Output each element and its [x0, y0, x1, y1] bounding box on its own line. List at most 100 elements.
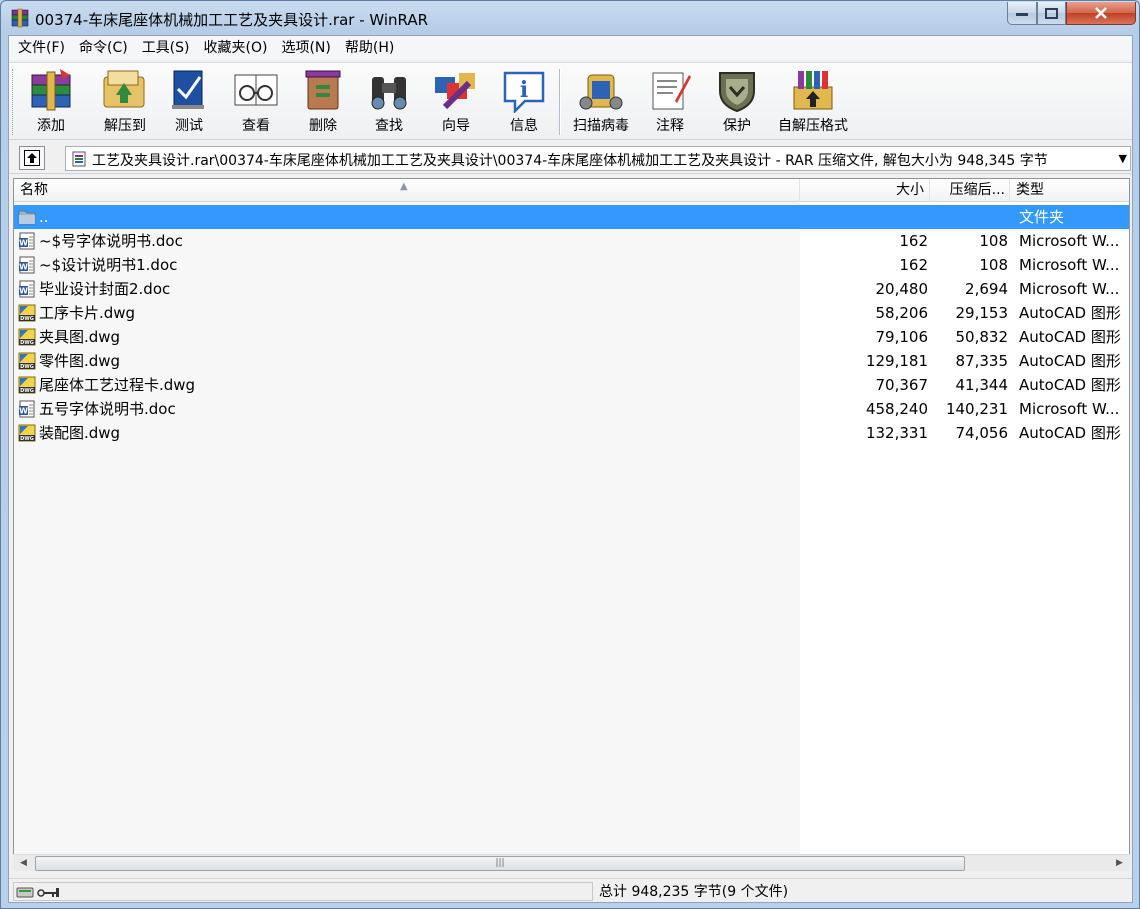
minimize-button[interactable]	[1007, 2, 1037, 25]
extract-to-icon	[103, 70, 145, 108]
sfx-label: 自解压格式	[778, 118, 848, 134]
scroll-left-icon[interactable]: ◀	[15, 855, 32, 872]
file-row[interactable]: DWG 夹具图.dwg 79,106 50,832 AutoCAD 图形	[14, 325, 1129, 349]
address-dropdown-icon[interactable]: ▼	[1119, 152, 1127, 165]
column-name-label: 名称	[20, 182, 48, 198]
winrar-window: 00374-车床尾座体机械加工工艺及夹具设计.rar - WinRAR 文件(F…	[0, 0, 1140, 909]
file-name: 零件图.dwg	[39, 352, 121, 370]
scroll-right-icon[interactable]: ▶	[1111, 855, 1128, 872]
minimize-icon	[1016, 13, 1028, 16]
column-header-type[interactable]: 类型	[1010, 179, 1129, 202]
close-icon	[1095, 7, 1107, 19]
sfx-button[interactable]: 自解压格式	[772, 67, 854, 137]
svg-text:W: W	[19, 407, 28, 416]
horizontal-scrollbar[interactable]: ◀ ||| ▶	[13, 854, 1130, 871]
column-header-name[interactable]: 名称 ▲	[14, 179, 800, 202]
svg-text:i: i	[520, 77, 528, 103]
file-row[interactable]: DWG 零件图.dwg 129,181 87,335 AutoCAD 图形	[14, 349, 1129, 373]
dwg-file-icon: DWG	[18, 328, 36, 346]
file-name: ~$号字体说明书.doc	[39, 232, 183, 250]
add-archive-icon	[31, 69, 71, 111]
protect-label: 保护	[723, 118, 751, 134]
delete-button[interactable]: 删除	[295, 67, 351, 137]
binoculars-icon	[371, 77, 407, 110]
file-size: 58,206	[875, 304, 929, 322]
test-button[interactable]: 测试	[161, 67, 217, 137]
virus-scan-icon	[579, 74, 623, 110]
dwg-file-icon: DWG	[18, 424, 36, 442]
word-doc-icon: W	[19, 256, 35, 274]
info-button[interactable]: i 信息	[496, 67, 552, 137]
file-row[interactable]: W ~$号字体说明书.doc 162 108 Microsoft W...	[14, 229, 1129, 253]
file-name: ..	[39, 208, 49, 226]
file-row[interactable]: W 五号字体说明书.doc 458,240 140,231 Microsoft W...	[14, 397, 1129, 421]
file-name: 夹具图.dwg	[39, 328, 121, 346]
menu-commands[interactable]: 命令(C)	[72, 37, 135, 59]
column-header-size[interactable]: 大小	[800, 179, 930, 202]
maximize-icon	[1045, 7, 1058, 19]
sort-ascending-icon: ▲	[400, 181, 408, 192]
file-packed	[932, 205, 1008, 229]
svg-text:W: W	[19, 287, 28, 296]
file-size: 132,331	[865, 424, 928, 442]
close-button[interactable]	[1066, 2, 1136, 25]
toolbar-separator	[559, 69, 561, 135]
file-name: 尾座体工艺过程卡.dwg	[39, 376, 196, 394]
menu-favorites[interactable]: 收藏夹(O)	[197, 37, 275, 59]
view-label: 查看	[242, 118, 270, 134]
extract-label: 解压到	[104, 118, 146, 134]
archive-file-icon	[72, 151, 86, 167]
file-row[interactable]: DWG 工序卡片.dwg 58,206 29,153 AutoCAD 图形	[14, 301, 1129, 325]
extract-button[interactable]: 解压到	[93, 67, 157, 137]
menu-file[interactable]: 文件(F)	[11, 37, 72, 59]
dwg-file-icon: DWG	[18, 376, 36, 394]
file-size: 162	[899, 232, 928, 250]
column-size-label: 大小	[896, 182, 924, 198]
file-row[interactable]: W 毕业设计封面2.doc 20,480 2,694 Microsoft W...	[14, 277, 1129, 301]
view-button[interactable]: 查看	[228, 67, 284, 137]
file-packed: 108	[979, 232, 1008, 250]
column-header-packed[interactable]: 压缩后...	[930, 179, 1010, 202]
file-type: AutoCAD 图形	[1019, 424, 1121, 442]
wizard-icon	[435, 73, 475, 110]
svg-text:DWG: DWG	[20, 364, 34, 370]
protect-button[interactable]: 保护	[709, 67, 765, 137]
view-icon	[234, 74, 278, 106]
test-icon	[172, 70, 204, 109]
find-button[interactable]: 查找	[361, 67, 417, 137]
status-bar: 总计 948,235 字节(9 个文件)	[9, 878, 1132, 902]
maximize-button[interactable]	[1037, 2, 1066, 25]
menu-help[interactable]: 帮助(H)	[338, 37, 401, 59]
wizard-button[interactable]: 向导	[427, 67, 485, 137]
scroll-thumb[interactable]: |||	[35, 856, 965, 871]
drive-key-icon[interactable]	[16, 885, 60, 899]
window-title: 00374-车床尾座体机械加工工艺及夹具设计.rar - WinRAR	[35, 11, 429, 29]
winrar-app-icon[interactable]	[11, 8, 29, 28]
file-row[interactable]: DWG 装配图.dwg 132,331 74,056 AutoCAD 图形	[14, 421, 1129, 445]
file-type: AutoCAD 图形	[1019, 376, 1121, 394]
file-size: 70,367	[875, 376, 929, 394]
toolbar-grip[interactable]	[12, 69, 15, 135]
file-row[interactable]: .. 文件夹	[14, 205, 1129, 229]
toolbar: 添加 解压到 测试 查看 删除 查找 向导 i 信息 扫描病毒 注释 保护 自解压格式	[9, 62, 1132, 140]
file-type: AutoCAD 图形	[1019, 304, 1121, 322]
dwg-file-icon: DWG	[18, 304, 36, 322]
menu-tools[interactable]: 工具(S)	[135, 37, 197, 59]
comment-button[interactable]: 注释	[642, 67, 698, 137]
file-row[interactable]: W ~$设计说明书1.doc 162 108 Microsoft W...	[14, 253, 1129, 277]
up-folder-button[interactable]	[19, 146, 45, 170]
file-name: 五号字体说明书.doc	[39, 400, 176, 418]
sfx-icon	[793, 71, 833, 110]
file-type: Microsoft W...	[1019, 400, 1120, 418]
svg-text:DWG: DWG	[20, 388, 34, 394]
file-name: 装配图.dwg	[39, 424, 121, 442]
address-field[interactable]: 工艺及夹具设计.rar\00374-车床尾座体机械加工工艺及夹具设计\00374…	[65, 146, 1131, 171]
scan-label: 扫描病毒	[573, 118, 629, 134]
info-icon: i	[503, 71, 545, 113]
title-bar[interactable]: 00374-车床尾座体机械加工工艺及夹具设计.rar - WinRAR	[1, 1, 1139, 35]
scan-button[interactable]: 扫描病毒	[568, 67, 634, 137]
add-button[interactable]: 添加	[21, 67, 81, 137]
file-size: 79,106	[875, 328, 929, 346]
file-row[interactable]: DWG 尾座体工艺过程卡.dwg 70,367 41,344 AutoCAD 图形	[14, 373, 1129, 397]
menu-options[interactable]: 选项(N)	[274, 37, 337, 59]
